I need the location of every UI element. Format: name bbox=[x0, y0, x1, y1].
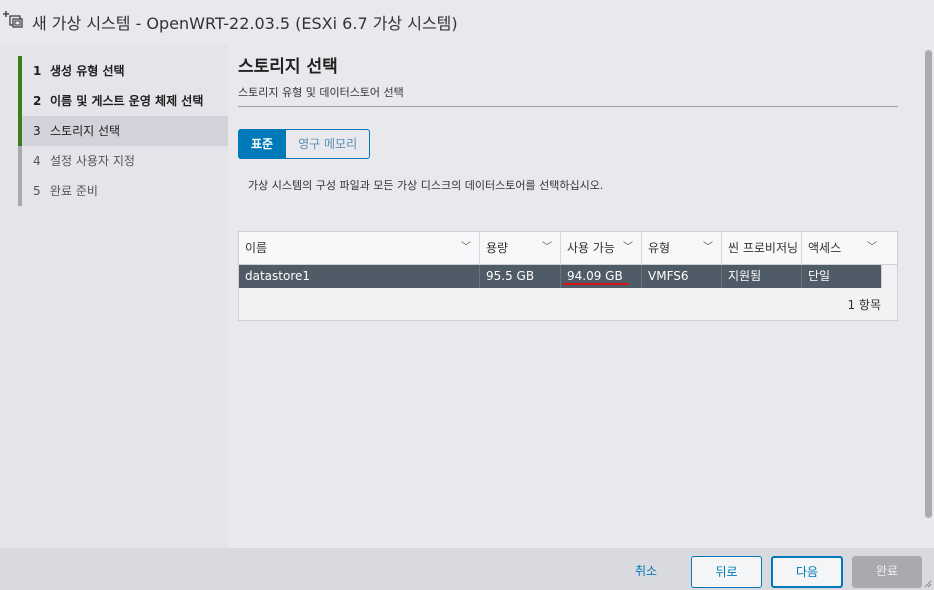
step-indicator bbox=[18, 56, 22, 86]
step-1[interactable]: 1 생성 유형 선택 bbox=[18, 56, 228, 86]
column-label: 유형 bbox=[648, 241, 671, 255]
divider bbox=[238, 106, 898, 107]
column-header-capacity[interactable]: 용량 ﹀ bbox=[480, 232, 561, 264]
step-3[interactable]: 3 스토리지 선택 bbox=[18, 116, 228, 146]
column-header-access[interactable]: 액세스 ﹀ bbox=[802, 232, 897, 264]
cell-name: datastore1 bbox=[239, 265, 480, 288]
finish-button: 완료 bbox=[852, 556, 922, 588]
datastore-grid: 이름 ﹀ 용량 ﹀ 사용 가능 ﹀ 유형 ﹀ 씬 프로비저닝 액세스 ﹀ dat… bbox=[238, 231, 898, 321]
storage-type-tabs: 표준 영구 메모리 bbox=[238, 129, 371, 159]
step-indicator bbox=[18, 86, 22, 116]
column-header-name[interactable]: 이름 ﹀ bbox=[239, 232, 480, 264]
free-space-underline bbox=[563, 283, 629, 285]
wizard-footer: 취소 뒤로 다음 완료 bbox=[0, 548, 934, 590]
step-5: 5 완료 준비 bbox=[18, 176, 228, 206]
cell-type: VMFS6 bbox=[642, 265, 722, 288]
scrollbar-thumb[interactable] bbox=[925, 50, 932, 518]
step-2[interactable]: 2 이름 및 게스트 운영 체제 선택 bbox=[18, 86, 228, 116]
column-label: 사용 가능 bbox=[567, 241, 615, 255]
title-bar: 새 가상 시스템 - OpenWRT-22.03.5 (ESXi 6.7 가상 … bbox=[0, 0, 934, 44]
step-label: 이름 및 게스트 운영 체제 선택 bbox=[50, 94, 204, 108]
wizard-steps: 1 생성 유형 선택 2 이름 및 게스트 운영 체제 선택 3 스토리지 선택 4설… bbox=[0, 44, 228, 548]
step-4: 4 설정 사용자 지정 bbox=[18, 146, 228, 176]
step-label: 스토리지 선택 bbox=[50, 124, 121, 138]
cancel-button[interactable]: 취소 bbox=[620, 556, 672, 588]
step-label: 설정 사용자 지정 bbox=[50, 154, 135, 168]
table-row[interactable]: datastore1 95.5 GB 94.09 GB VMFS6 지원됨 단일 bbox=[239, 265, 881, 288]
window-title: 새 가상 시스템 - OpenWRT-22.03.5 (ESXi 6.7 가상 … bbox=[32, 14, 458, 33]
chevron-down-icon[interactable]: ﹀ bbox=[623, 232, 633, 264]
tab-persistent-memory[interactable]: 영구 메모리 bbox=[286, 129, 371, 159]
page-scrollbar[interactable] bbox=[922, 44, 934, 548]
instruction-text: 가상 시스템의 구성 파일과 모든 가상 디스크의 데이터스토어를 선택하십시오… bbox=[248, 179, 604, 192]
column-header-type[interactable]: 유형 ﹀ bbox=[642, 232, 722, 264]
chevron-down-icon[interactable]: ﹀ bbox=[703, 232, 713, 264]
back-button[interactable]: 뒤로 bbox=[691, 556, 762, 588]
step-number: 4 bbox=[33, 154, 41, 168]
column-label: 이름 bbox=[245, 241, 268, 255]
column-label: 씬 프로비저닝 bbox=[728, 241, 799, 255]
column-header-free[interactable]: 사용 가능 ﹀ bbox=[561, 232, 642, 264]
tab-standard[interactable]: 표준 bbox=[238, 129, 287, 159]
cell-capacity: 95.5 GB bbox=[480, 265, 561, 288]
step-number: 2 bbox=[33, 94, 42, 108]
chevron-down-icon[interactable]: ﹀ bbox=[461, 232, 471, 264]
chevron-down-icon[interactable]: ﹀ bbox=[867, 232, 877, 264]
step-indicator bbox=[18, 116, 22, 146]
chevron-down-icon[interactable]: ﹀ bbox=[542, 232, 552, 264]
column-label: 액세스 bbox=[808, 241, 842, 255]
step-number: 3 bbox=[33, 124, 41, 138]
cell-thin-provisioning: 지원됨 bbox=[722, 265, 802, 288]
step-label: 생성 유형 선택 bbox=[50, 64, 125, 78]
step-label: 완료 준비 bbox=[50, 184, 98, 198]
grid-scrollbar[interactable] bbox=[881, 265, 897, 288]
resize-grip-icon[interactable] bbox=[924, 580, 932, 588]
step-indicator bbox=[18, 176, 22, 206]
step-indicator bbox=[18, 146, 22, 176]
step-number: 1 bbox=[33, 64, 42, 78]
item-count: 1 항목 bbox=[847, 298, 881, 312]
new-vm-icon bbox=[3, 11, 23, 28]
main-content: 스토리지 선택 스토리지 유형 및 데이터스토어 선택 표준 영구 메모리 가상… bbox=[228, 44, 922, 548]
grid-header: 이름 ﹀ 용량 ﹀ 사용 가능 ﹀ 유형 ﹀ 씬 프로비저닝 액세스 ﹀ bbox=[239, 232, 897, 265]
step-number: 5 bbox=[33, 184, 41, 198]
page-subtitle: 스토리지 유형 및 데이터스토어 선택 bbox=[238, 86, 404, 99]
column-header-thin-provisioning[interactable]: 씬 프로비저닝 bbox=[722, 232, 802, 264]
cell-access: 단일 bbox=[808, 269, 831, 283]
column-label: 용량 bbox=[486, 241, 509, 255]
page-title: 스토리지 선택 bbox=[238, 57, 338, 77]
next-button[interactable]: 다음 bbox=[771, 556, 843, 588]
